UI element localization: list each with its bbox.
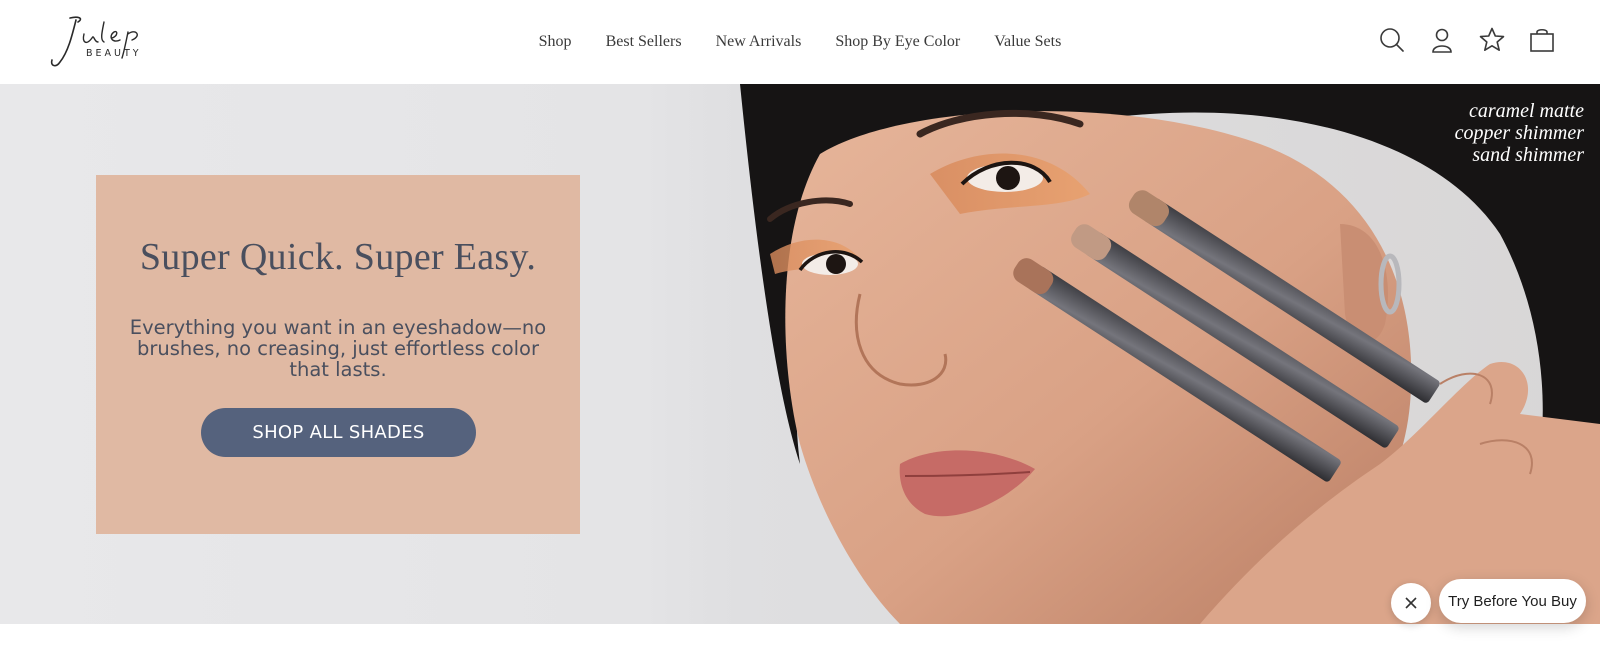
hero-banner: caramel matte copper shimmer sand shimme… (0, 84, 1600, 624)
close-widget-button[interactable] (1391, 583, 1431, 623)
promo-description: Everything you want in an eyeshadow—no b… (129, 316, 547, 381)
shop-all-shades-button[interactable]: SHOP ALL SHADES (201, 408, 476, 457)
star-icon[interactable] (1478, 26, 1506, 54)
main-nav: Shop Best Sellers New Arrivals Shop By E… (0, 0, 1600, 84)
close-icon (1405, 597, 1417, 609)
shade-caption-line: sand shimmer (1472, 144, 1584, 166)
shade-caption-line: copper shimmer (1454, 122, 1584, 144)
nav-item-shop-by-eye-color[interactable]: Shop By Eye Color (835, 33, 960, 51)
nav-item-best-sellers[interactable]: Best Sellers (606, 33, 682, 51)
header-icons (1378, 26, 1556, 54)
promo-title: Super Quick. Super Easy. (139, 236, 537, 278)
shade-caption: caramel matte copper shimmer sand shimme… (1455, 100, 1584, 166)
search-icon[interactable] (1378, 26, 1406, 54)
nav-item-shop[interactable]: Shop (539, 33, 572, 51)
promo-card: Super Quick. Super Easy. Everything you … (96, 175, 580, 534)
account-icon[interactable] (1428, 26, 1456, 54)
site-header: BEAUTY Shop Best Sellers New Arrivals Sh… (0, 0, 1600, 84)
nav-item-new-arrivals[interactable]: New Arrivals (716, 33, 802, 51)
shade-caption-line: caramel matte (1469, 100, 1584, 122)
bag-icon[interactable] (1528, 26, 1556, 54)
nav-item-value-sets[interactable]: Value Sets (994, 33, 1061, 51)
try-before-you-buy-button[interactable]: Try Before You Buy (1439, 579, 1586, 623)
